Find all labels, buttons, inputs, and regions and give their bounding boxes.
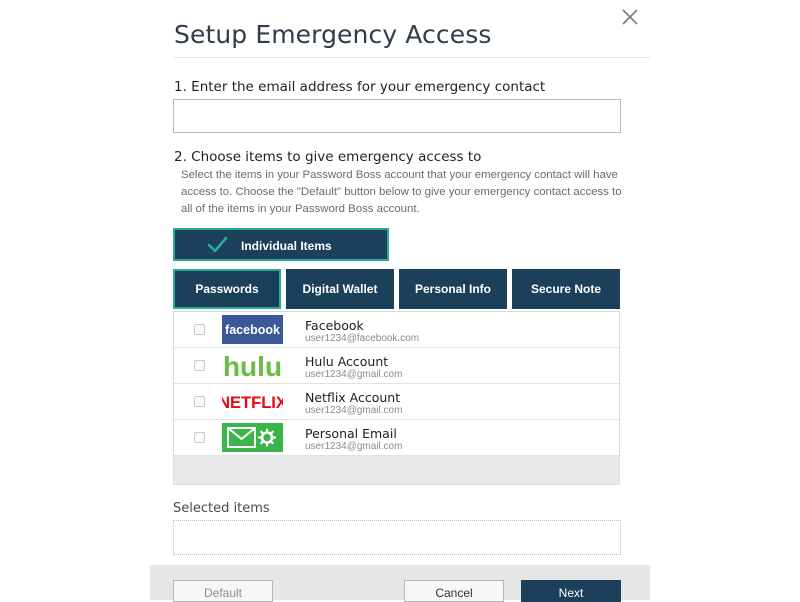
list-item[interactable]: Personal Email user1234@gmail.com [174, 420, 619, 456]
tab-secure-note[interactable]: Secure Note [512, 269, 620, 309]
tab-digital-wallet[interactable]: Digital Wallet [286, 269, 394, 309]
emergency-access-dialog: Setup Emergency Access 1. Enter the emai… [150, 0, 650, 602]
selected-items-label: Selected items [173, 501, 270, 516]
facebook-logo: facebook [222, 315, 283, 344]
list-item[interactable]: NETFLIX Netflix Account user1234@gmail.c… [174, 384, 619, 420]
list-item[interactable]: hulu Hulu Account user1234@gmail.com [174, 348, 619, 384]
item-account: user1234@gmail.com [305, 369, 403, 380]
password-items-list: facebook Facebook user1234@facebook.com … [173, 311, 620, 485]
step2-label: 2. Choose items to give emergency access… [174, 149, 482, 165]
checkmark-icon [207, 236, 228, 253]
item-account: user1234@gmail.com [305, 441, 403, 452]
item-checkbox[interactable] [194, 324, 205, 335]
emergency-email-input[interactable] [173, 99, 621, 133]
step2-description: Select the items in your Password Boss a… [181, 169, 622, 215]
item-checkbox[interactable] [194, 396, 205, 407]
svg-text:NETFLIX: NETFLIX [222, 394, 283, 412]
next-button[interactable]: Next [521, 580, 621, 602]
tab-passwords[interactable]: Passwords [173, 269, 281, 309]
close-icon[interactable] [615, 2, 645, 32]
selected-items-box[interactable] [173, 520, 621, 555]
individual-items-label: Individual Items [241, 239, 332, 253]
item-name: Facebook [305, 318, 364, 333]
list-item[interactable]: facebook Facebook user1234@facebook.com [174, 312, 619, 348]
cancel-button[interactable]: Cancel [404, 580, 504, 602]
hulu-logo: hulu [223, 351, 282, 380]
dialog-title: Setup Emergency Access [174, 20, 492, 49]
item-name: Netflix Account [305, 390, 401, 405]
individual-items-button[interactable]: Individual Items [173, 228, 389, 261]
dialog-footer: Default Cancel Next [150, 565, 650, 602]
item-account: user1234@gmail.com [305, 405, 403, 416]
email-icon [222, 423, 283, 452]
item-checkbox[interactable] [194, 432, 205, 443]
title-divider [174, 57, 650, 58]
item-name: Personal Email [305, 426, 397, 441]
svg-text:hulu: hulu [223, 351, 282, 380]
item-name: Hulu Account [305, 354, 389, 369]
default-button[interactable]: Default [173, 580, 273, 602]
netflix-logo: NETFLIX [222, 394, 283, 412]
item-account: user1234@facebook.com [305, 333, 420, 344]
tab-personal-info[interactable]: Personal Info [399, 269, 507, 309]
item-checkbox[interactable] [194, 360, 205, 371]
svg-text:facebook: facebook [225, 323, 280, 337]
step1-label: 1. Enter the email address for your emer… [174, 79, 546, 95]
